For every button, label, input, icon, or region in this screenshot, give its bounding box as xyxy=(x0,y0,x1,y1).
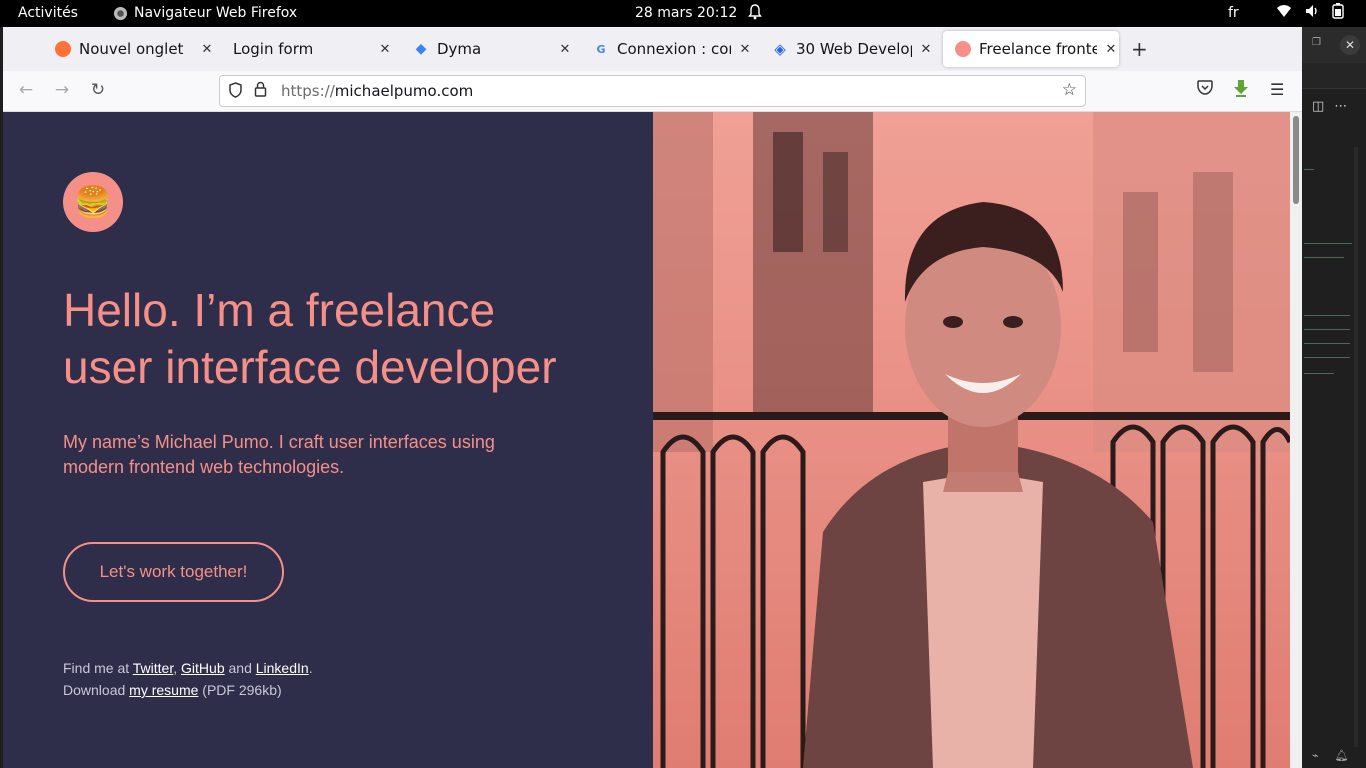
editor-toolbar: ◫ ⋯ xyxy=(1312,99,1347,114)
close-icon[interactable]: ✕ xyxy=(377,42,393,57)
tab-label: Login form xyxy=(233,40,314,58)
navigation-toolbar: ← → ↻ https://michaelpumo.com ☆ ☰ xyxy=(3,71,1302,112)
new-tab-plus-icon[interactable]: + xyxy=(1131,37,1148,61)
hero-line-1: Hello. I’m a freelance xyxy=(63,284,496,336)
notification-bell-icon[interactable] xyxy=(748,4,762,24)
url-protocol: https:// xyxy=(281,82,335,100)
bookmark-star-icon[interactable]: ☆ xyxy=(1062,80,1077,100)
tab-label: Connexion : com xyxy=(617,40,731,58)
back-arrow-icon[interactable]: ← xyxy=(15,80,37,100)
download-resume-line: Download my resume (PDF 296kb) xyxy=(63,682,282,698)
system-top-bar: Activités Navigateur Web Firefox 28 mars… xyxy=(0,0,1366,27)
tab-label: Nouvel onglet xyxy=(79,40,184,58)
google-icon: G xyxy=(596,42,606,56)
url-text: https://michaelpumo.com xyxy=(281,82,473,100)
tab-connexion[interactable]: G Connexion : com ✕ xyxy=(581,31,753,67)
language-indicator[interactable]: fr xyxy=(1228,5,1239,21)
web-page: 🍔 Hello. I’m a freelance user interface … xyxy=(3,112,1302,768)
app-menu[interactable]: Navigateur Web Firefox xyxy=(113,5,297,21)
pocket-icon[interactable] xyxy=(1197,80,1213,99)
more-actions-icon[interactable]: ⋯ xyxy=(1334,99,1347,114)
intro-paragraph: My name’s Michael Pumo. I craft user int… xyxy=(63,432,495,477)
tab-dyma[interactable]: ◆ Dyma ✕ xyxy=(401,31,573,67)
background-editor-window: ❐ ✕ ◫ ⋯ ⌁ 🔔︎ xyxy=(1302,27,1366,768)
volume-icon xyxy=(1306,5,1317,17)
clock[interactable]: 28 mars 20:12 xyxy=(635,5,737,21)
editor-statusbar: ⌁ 🔔︎ xyxy=(1312,749,1349,762)
notifications-icon[interactable]: 🔔︎ xyxy=(1335,749,1349,762)
app-name-label: Navigateur Web Firefox xyxy=(134,5,298,21)
circle-icon xyxy=(955,41,971,57)
twitter-link[interactable]: Twitter xyxy=(133,660,173,676)
hero-heading: Hello. I’m a freelance user interface de… xyxy=(63,282,623,396)
editor-tabbar xyxy=(1302,63,1366,89)
restore-icon[interactable]: ❐ xyxy=(1312,37,1321,48)
close-icon[interactable]: ✕ xyxy=(1340,35,1360,55)
scrollbar-thumb[interactable] xyxy=(1293,116,1299,204)
portrait-photo xyxy=(653,112,1290,768)
work-together-button[interactable]: Let's work together! xyxy=(63,542,284,602)
close-icon[interactable]: ✕ xyxy=(918,42,934,57)
hamburger-menu-icon[interactable]: ☰ xyxy=(1270,80,1284,99)
firefox-app-icon xyxy=(113,6,128,20)
reload-icon[interactable]: ↻ xyxy=(87,80,109,100)
resume-link[interactable]: my resume xyxy=(129,682,198,698)
url-domain: michaelpumo.com xyxy=(334,82,474,100)
firefox-icon xyxy=(55,41,71,57)
address-bar[interactable]: https://michaelpumo.com ☆ xyxy=(219,75,1086,107)
social-links: Find me at Twitter, GitHub and LinkedIn.… xyxy=(63,657,313,701)
page-scrollbar[interactable] xyxy=(1290,112,1302,768)
tab-strip: Nouvel onglet ✕ Login form ✕ ◆ Dyma ✕ G … xyxy=(3,27,1302,71)
close-icon[interactable]: ✕ xyxy=(1103,42,1119,57)
forward-arrow-icon[interactable]: → xyxy=(51,80,73,100)
tab-label: 30 Web Develop xyxy=(796,40,912,58)
wifi-icon xyxy=(1277,5,1291,17)
padlock-icon[interactable] xyxy=(254,81,267,101)
close-icon[interactable]: ✕ xyxy=(737,42,753,57)
tab-freelance-frontend[interactable]: Freelance fronte ✕ xyxy=(943,31,1119,67)
tab-login-form[interactable]: Login form ✕ xyxy=(221,31,393,67)
linkedin-link[interactable]: LinkedIn xyxy=(256,660,309,676)
diamond-icon: ◈ xyxy=(774,40,786,58)
close-icon[interactable]: ✕ xyxy=(557,42,573,57)
intro-panel: 🍔 Hello. I’m a freelance user interface … xyxy=(3,112,653,768)
close-icon[interactable]: ✕ xyxy=(199,42,215,57)
activities-button[interactable]: Activités xyxy=(18,5,78,21)
github-link[interactable]: GitHub xyxy=(181,660,225,676)
dyma-icon: ◆ xyxy=(415,41,427,57)
find-me-line: Find me at Twitter, GitHub and LinkedIn. xyxy=(63,660,313,676)
download-extension-icon[interactable] xyxy=(1233,79,1249,101)
remote-icon[interactable]: ⌁ xyxy=(1312,749,1319,762)
burger-logo[interactable]: 🍔 xyxy=(63,172,123,232)
tab-30-web-developer[interactable]: ◈ 30 Web Develop ✕ xyxy=(760,31,934,67)
tab-new-tab[interactable]: Nouvel onglet ✕ xyxy=(43,31,215,67)
tab-label: Dyma xyxy=(437,40,482,58)
tracking-protection-shield-icon[interactable] xyxy=(228,82,243,102)
hero-line-2: user interface developer xyxy=(63,341,557,393)
battery-icon xyxy=(1332,3,1344,19)
system-status-area[interactable] xyxy=(1276,3,1344,19)
firefox-window: Nouvel onglet ✕ Login form ✕ ◆ Dyma ✕ G … xyxy=(3,27,1302,768)
split-editor-icon[interactable]: ◫ xyxy=(1312,99,1324,114)
editor-scrollbar[interactable] xyxy=(1354,147,1358,747)
tab-label: Freelance fronte xyxy=(979,40,1097,58)
editor-titlebar: ❐ ✕ xyxy=(1302,27,1366,63)
